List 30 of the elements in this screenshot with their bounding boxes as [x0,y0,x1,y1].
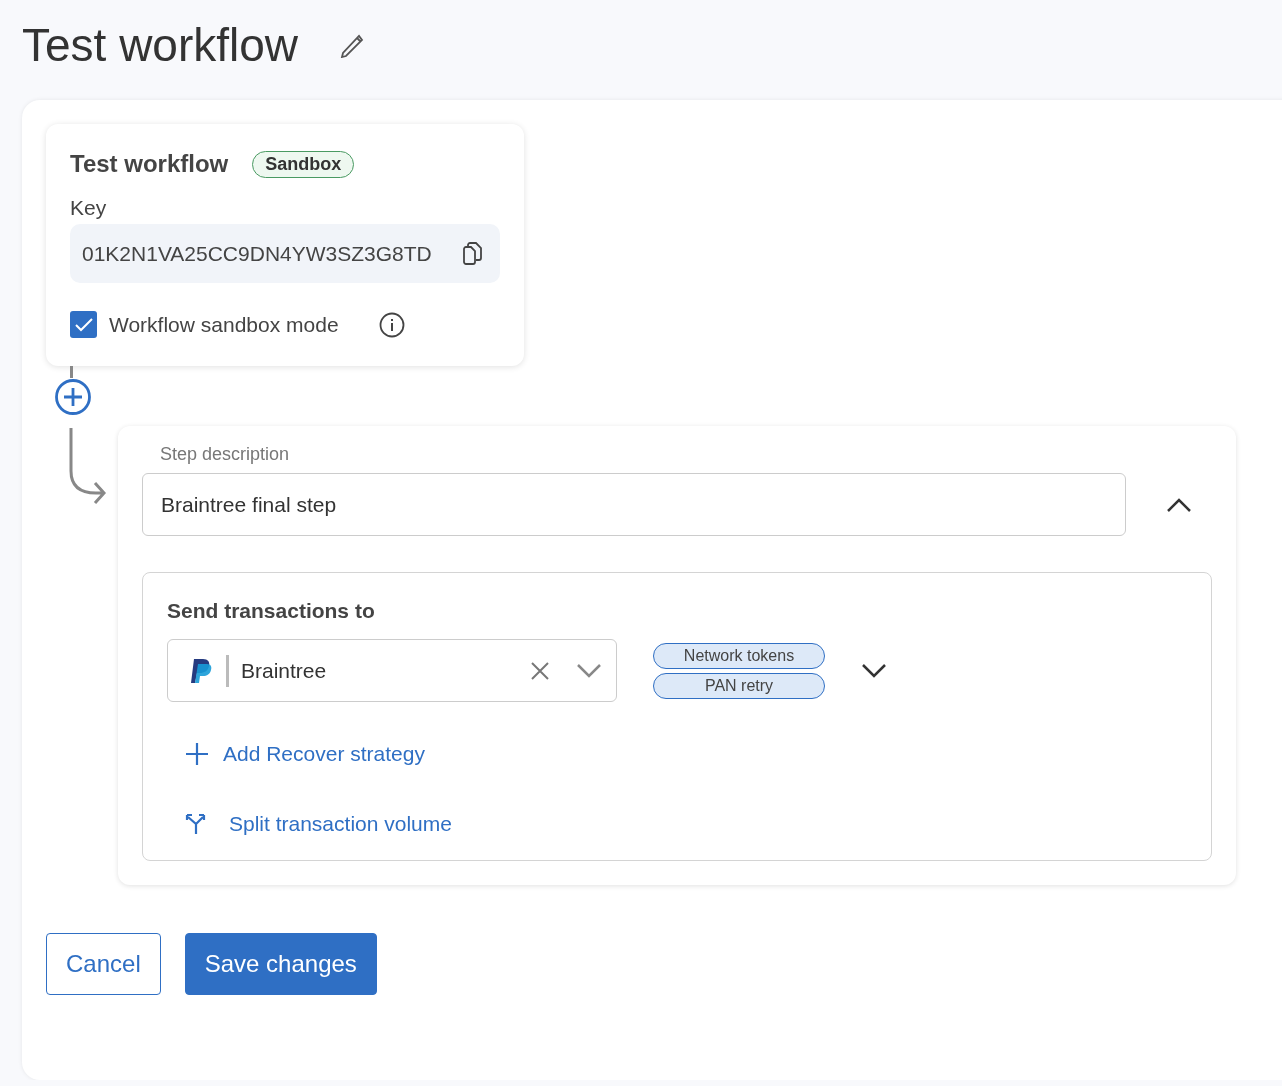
collapse-chevron-icon[interactable] [1166,496,1192,513]
workflow-title: Test workflow [70,150,229,178]
sandbox-badge: Sandbox [252,150,355,178]
sandbox-checkbox[interactable] [70,311,97,338]
cancel-button[interactable]: Cancel [46,933,161,995]
info-icon[interactable] [378,311,405,338]
copy-icon[interactable] [462,241,482,266]
feature-tag: PAN retry [653,672,825,699]
checkmark-icon [74,317,93,332]
key-value: 01K2N1VA25CC9DN4YW3SZ3G8TD [82,241,432,266]
key-label: Key [70,196,108,220]
dropdown-chevron-icon[interactable] [576,662,602,679]
send-transactions-label: Send transactions to [167,599,376,623]
feature-tag: Network tokens [653,642,825,669]
add-step-button[interactable] [54,378,92,416]
clear-icon[interactable] [530,660,550,681]
save-button[interactable]: Save changes [184,933,377,995]
processor-select[interactable]: Braintree [167,639,617,702]
step-description-field[interactable]: Braintree final step [142,473,1126,536]
action-link[interactable]: Split transaction volume [185,812,1187,836]
sandbox-mode-label: Workflow sandbox mode [109,312,339,337]
expand-chevron-icon[interactable] [861,662,887,679]
paypal-logo-icon [190,657,212,684]
split-icon [185,813,207,835]
edit-pencil-icon[interactable] [338,32,365,58]
page-title: Test workflow [22,18,299,72]
step-description-label: Step description [160,444,291,465]
plus-icon [185,742,209,766]
action-link[interactable]: Add Recover strategy [185,742,1187,766]
processor-value: Braintree [241,658,328,683]
